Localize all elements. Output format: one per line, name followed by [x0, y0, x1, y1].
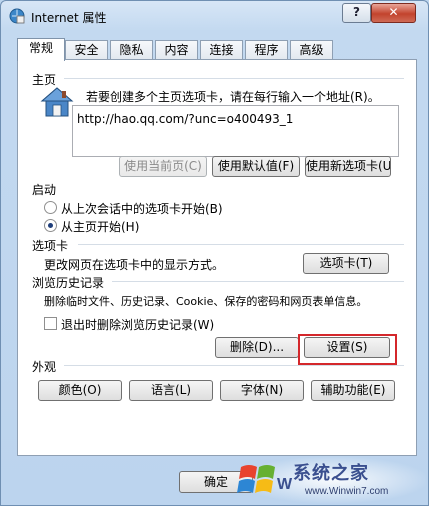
appearance-section-title: 外观 — [32, 360, 57, 374]
languages-button[interactable]: 语言(L) — [129, 380, 213, 401]
help-button[interactable]: ? — [342, 3, 371, 23]
home-separator — [64, 78, 404, 79]
general-tab-panel: 主页 若要创建多个主页选项卡，请在每行输入一个地址(R)。 http://hao… — [17, 59, 417, 456]
watermark-text: 系统之家 — [293, 463, 369, 484]
fonts-button[interactable]: 字体(N) — [220, 380, 304, 401]
tab-programs[interactable]: 程序 — [245, 40, 288, 60]
tab-advanced[interactable]: 高级 — [290, 40, 333, 60]
title-bar: Internet 属性 ? ✕ — [1, 1, 428, 33]
home-page-url-input[interactable]: http://hao.qq.com/?unc=o400493_1 — [72, 105, 399, 157]
close-button[interactable]: ✕ — [371, 3, 416, 23]
tabs-description: 更改网页在选项卡中的显示方式。 — [44, 258, 225, 272]
internet-options-dialog: Internet 属性 ? ✕ 常规 安全 隐私 内容 连接 程序 高级 主页 … — [0, 0, 429, 506]
home-page-url-value: http://hao.qq.com/?unc=o400493_1 — [77, 112, 294, 126]
history-section-title: 浏览历史记录 — [32, 276, 105, 290]
internet-options-icon — [9, 8, 25, 24]
colors-button[interactable]: 颜色(O) — [38, 380, 122, 401]
history-separator — [112, 281, 404, 282]
settings-highlight-box — [298, 334, 397, 365]
delete-history-button[interactable]: 删除(D)... — [215, 337, 299, 358]
svg-text:W: W — [277, 476, 293, 493]
home-description: 若要创建多个主页选项卡，请在每行输入一个地址(R)。 — [86, 90, 380, 104]
tab-privacy[interactable]: 隐私 — [110, 40, 153, 60]
use-new-tab-button[interactable]: 使用新选项卡(U) — [305, 156, 391, 177]
tab-general[interactable]: 常规 — [17, 38, 65, 61]
appearance-separator — [64, 365, 404, 366]
tab-security[interactable]: 安全 — [65, 40, 108, 60]
startup-last-session-radio[interactable] — [44, 201, 57, 214]
startup-home-page-radio[interactable] — [44, 219, 57, 232]
use-default-button[interactable]: 使用默认值(F) — [212, 156, 300, 177]
tabs-settings-button[interactable]: 选项卡(T) — [303, 253, 389, 274]
accessibility-button[interactable]: 辅助功能(E) — [311, 380, 395, 401]
use-current-page-button[interactable]: 使用当前页(C) — [119, 156, 207, 177]
home-house-icon — [40, 87, 74, 117]
startup-home-page-label: 从主页开始(H) — [61, 220, 140, 234]
delete-history-on-exit-label: 退出时删除浏览历史记录(W) — [61, 318, 215, 332]
tab-connections[interactable]: 连接 — [200, 40, 243, 60]
window-title: Internet 属性 — [31, 11, 107, 25]
tab-content[interactable]: 内容 — [155, 40, 198, 60]
startup-section-title: 启动 — [32, 183, 57, 197]
delete-history-on-exit-checkbox[interactable] — [44, 317, 57, 330]
tabs-section-title: 选项卡 — [32, 239, 69, 253]
history-description: 删除临时文件、历史记录、Cookie、保存的密码和网页表单信息。 — [44, 295, 368, 308]
startup-last-session-label: 从上次会话中的选项卡开始(B) — [61, 202, 223, 216]
tabs-separator — [78, 244, 404, 245]
watermark-url: www.Winwin7.com — [305, 486, 389, 497]
